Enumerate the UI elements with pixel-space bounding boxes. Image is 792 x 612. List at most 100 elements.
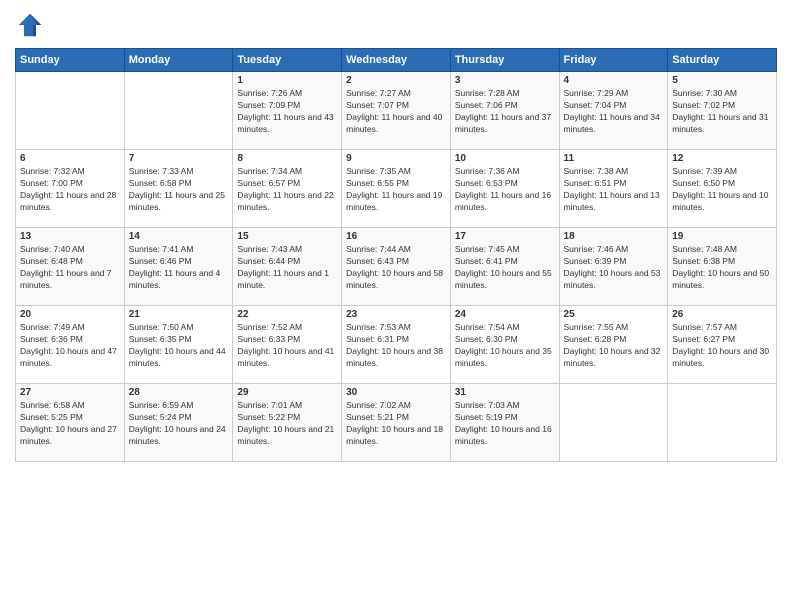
day-info: Sunrise: 7:34 AM Sunset: 6:57 PM Dayligh…	[237, 166, 337, 214]
page: SundayMondayTuesdayWednesdayThursdayFrid…	[0, 0, 792, 612]
day-number: 31	[455, 387, 555, 398]
week-row-2: 6Sunrise: 7:32 AM Sunset: 7:00 PM Daylig…	[16, 150, 777, 228]
day-cell: 20 Sunrise: 7:49 AM Sunset: 6:36 PM Dayli…	[16, 306, 125, 384]
day-cell: 12 Sunrise: 7:39 AM Sunset: 6:50 PM Dayli…	[668, 150, 777, 228]
day-number: 10	[455, 153, 555, 164]
day-number: 14	[129, 231, 229, 242]
day-cell: 24 Sunrise: 7:54 AM Sunset: 6:30 PM Dayli…	[450, 306, 559, 384]
day-info: Sunrise: 7:53 AM Sunset: 6:31 PM Dayligh…	[346, 322, 446, 370]
day-info: Sunrise: 7:33 AM Sunset: 6:58 PM Dayligh…	[129, 166, 229, 214]
col-header-thursday: Thursday	[450, 49, 559, 72]
header	[15, 10, 777, 40]
day-number: 29	[237, 387, 337, 398]
col-header-saturday: Saturday	[668, 49, 777, 72]
day-number: 27	[20, 387, 120, 398]
day-cell: 8Sunrise: 7:34 AM Sunset: 6:57 PM Daylig…	[233, 150, 342, 228]
day-cell: 1 Sunrise: 7:26 AM Sunset: 7:09 PM Daylig…	[233, 72, 342, 150]
day-cell: 6Sunrise: 7:32 AM Sunset: 7:00 PM Daylig…	[16, 150, 125, 228]
day-number: 3	[455, 75, 555, 86]
day-number: 18	[564, 231, 664, 242]
day-cell: 18Sunrise: 7:46 AM Sunset: 6:39 PM Dayli…	[559, 228, 668, 306]
day-number: 12	[672, 153, 772, 164]
day-info: Sunrise: 7:30 AM Sunset: 7:02 PM Dayligh…	[672, 88, 772, 136]
day-number: 6	[20, 153, 120, 164]
day-cell	[16, 72, 125, 150]
day-cell: 11 Sunrise: 7:38 AM Sunset: 6:51 PM Dayli…	[559, 150, 668, 228]
day-info: Sunrise: 7:54 AM Sunset: 6:30 PM Dayligh…	[455, 322, 555, 370]
day-number: 26	[672, 309, 772, 320]
col-header-friday: Friday	[559, 49, 668, 72]
day-cell: 16Sunrise: 7:44 AM Sunset: 6:43 PM Dayli…	[342, 228, 451, 306]
day-number: 22	[237, 309, 337, 320]
day-info: Sunrise: 7:38 AM Sunset: 6:51 PM Dayligh…	[564, 166, 664, 214]
day-info: Sunrise: 7:26 AM Sunset: 7:09 PM Dayligh…	[237, 88, 337, 136]
day-number: 19	[672, 231, 772, 242]
week-row-5: 27 Sunrise: 6:58 AM Sunset: 5:25 PM Dayli…	[16, 384, 777, 462]
day-cell: 26 Sunrise: 7:57 AM Sunset: 6:27 PM Dayli…	[668, 306, 777, 384]
day-info: Sunrise: 7:49 AM Sunset: 6:36 PM Dayligh…	[20, 322, 120, 370]
header-row: SundayMondayTuesdayWednesdayThursdayFrid…	[16, 49, 777, 72]
day-number: 13	[20, 231, 120, 242]
day-info: Sunrise: 7:01 AM Sunset: 5:22 PM Dayligh…	[237, 400, 337, 448]
day-cell: 28 Sunrise: 6:59 AM Sunset: 5:24 PM Dayli…	[124, 384, 233, 462]
day-info: Sunrise: 7:39 AM Sunset: 6:50 PM Dayligh…	[672, 166, 772, 214]
day-info: Sunrise: 7:41 AM Sunset: 6:46 PM Dayligh…	[129, 244, 229, 292]
day-number: 7	[129, 153, 229, 164]
day-cell: 15 Sunrise: 7:43 AM Sunset: 6:44 PM Dayli…	[233, 228, 342, 306]
week-row-3: 13 Sunrise: 7:40 AM Sunset: 6:48 PM Dayli…	[16, 228, 777, 306]
day-number: 2	[346, 75, 446, 86]
week-row-4: 20 Sunrise: 7:49 AM Sunset: 6:36 PM Dayli…	[16, 306, 777, 384]
day-info: Sunrise: 6:58 AM Sunset: 5:25 PM Dayligh…	[20, 400, 120, 448]
day-cell: 9Sunrise: 7:35 AM Sunset: 6:55 PM Daylig…	[342, 150, 451, 228]
day-info: Sunrise: 7:27 AM Sunset: 7:07 PM Dayligh…	[346, 88, 446, 136]
day-number: 9	[346, 153, 446, 164]
col-header-tuesday: Tuesday	[233, 49, 342, 72]
day-number: 24	[455, 309, 555, 320]
day-info: Sunrise: 7:57 AM Sunset: 6:27 PM Dayligh…	[672, 322, 772, 370]
day-info: Sunrise: 7:29 AM Sunset: 7:04 PM Dayligh…	[564, 88, 664, 136]
day-info: Sunrise: 7:40 AM Sunset: 6:48 PM Dayligh…	[20, 244, 120, 292]
day-info: Sunrise: 7:55 AM Sunset: 6:28 PM Dayligh…	[564, 322, 664, 370]
day-cell: 13 Sunrise: 7:40 AM Sunset: 6:48 PM Dayli…	[16, 228, 125, 306]
day-number: 23	[346, 309, 446, 320]
day-cell: 3 Sunrise: 7:28 AM Sunset: 7:06 PM Daylig…	[450, 72, 559, 150]
day-number: 1	[237, 75, 337, 86]
day-cell: 21 Sunrise: 7:50 AM Sunset: 6:35 PM Dayli…	[124, 306, 233, 384]
day-cell: 4 Sunrise: 7:29 AM Sunset: 7:04 PM Daylig…	[559, 72, 668, 150]
day-info: Sunrise: 7:50 AM Sunset: 6:35 PM Dayligh…	[129, 322, 229, 370]
day-cell: 29 Sunrise: 7:01 AM Sunset: 5:22 PM Dayli…	[233, 384, 342, 462]
day-cell	[668, 384, 777, 462]
day-number: 15	[237, 231, 337, 242]
day-number: 20	[20, 309, 120, 320]
day-info: Sunrise: 6:59 AM Sunset: 5:24 PM Dayligh…	[129, 400, 229, 448]
day-info: Sunrise: 7:45 AM Sunset: 6:41 PM Dayligh…	[455, 244, 555, 292]
day-info: Sunrise: 7:43 AM Sunset: 6:44 PM Dayligh…	[237, 244, 337, 292]
day-number: 30	[346, 387, 446, 398]
day-cell: 31Sunrise: 7:03 AM Sunset: 5:19 PM Dayli…	[450, 384, 559, 462]
day-cell: 7 Sunrise: 7:33 AM Sunset: 6:58 PM Daylig…	[124, 150, 233, 228]
day-number: 25	[564, 309, 664, 320]
day-cell: 23 Sunrise: 7:53 AM Sunset: 6:31 PM Dayli…	[342, 306, 451, 384]
week-row-1: 1 Sunrise: 7:26 AM Sunset: 7:09 PM Daylig…	[16, 72, 777, 150]
day-number: 17	[455, 231, 555, 242]
logo	[15, 10, 49, 40]
day-info: Sunrise: 7:36 AM Sunset: 6:53 PM Dayligh…	[455, 166, 555, 214]
day-cell: 10 Sunrise: 7:36 AM Sunset: 6:53 PM Dayli…	[450, 150, 559, 228]
day-number: 28	[129, 387, 229, 398]
day-info: Sunrise: 7:52 AM Sunset: 6:33 PM Dayligh…	[237, 322, 337, 370]
day-cell: 2 Sunrise: 7:27 AM Sunset: 7:07 PM Daylig…	[342, 72, 451, 150]
col-header-wednesday: Wednesday	[342, 49, 451, 72]
day-cell: 27 Sunrise: 6:58 AM Sunset: 5:25 PM Dayli…	[16, 384, 125, 462]
day-number: 5	[672, 75, 772, 86]
day-number: 4	[564, 75, 664, 86]
day-cell: 19 Sunrise: 7:48 AM Sunset: 6:38 PM Dayli…	[668, 228, 777, 306]
day-info: Sunrise: 7:48 AM Sunset: 6:38 PM Dayligh…	[672, 244, 772, 292]
logo-icon	[15, 10, 45, 40]
day-info: Sunrise: 7:02 AM Sunset: 5:21 PM Dayligh…	[346, 400, 446, 448]
col-header-monday: Monday	[124, 49, 233, 72]
day-cell: 30 Sunrise: 7:02 AM Sunset: 5:21 PM Dayli…	[342, 384, 451, 462]
day-number: 11	[564, 153, 664, 164]
day-number: 21	[129, 309, 229, 320]
day-cell	[559, 384, 668, 462]
day-info: Sunrise: 7:28 AM Sunset: 7:06 PM Dayligh…	[455, 88, 555, 136]
